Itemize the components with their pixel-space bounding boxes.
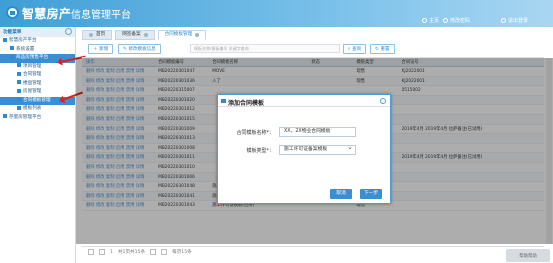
lock-icon <box>443 18 448 23</box>
dialog-header: 添加合同模板 <box>218 95 390 107</box>
change-password-link[interactable]: 修改密码 <box>443 17 470 24</box>
add-button[interactable]: ＋ 新增 <box>88 44 114 54</box>
logout-link[interactable]: 退出登录 <box>501 17 528 24</box>
add-template-dialog: 添加合同模板 合同模板名称*： XX，2X物业合同模板 模板类型*： 施工许可证… <box>217 94 391 204</box>
file-icon <box>17 80 21 84</box>
window-icon <box>221 98 226 103</box>
home-link[interactable]: 主页 <box>422 17 439 24</box>
sidebar-item-building[interactable]: 楼盘管理 <box>0 80 75 89</box>
top-header: 智慧房产 信息管理平台 主页 修改密码 退出登录 <box>0 0 553 27</box>
home-icon <box>89 33 93 37</box>
prev-page-icon[interactable] <box>99 249 105 255</box>
next-page-icon[interactable] <box>150 249 157 255</box>
folder-icon <box>3 37 7 42</box>
sidebar-item-platform[interactable]: 智慧房产平台 <box>0 37 75 46</box>
template-name-input[interactable]: XX，2X物业合同模板 <box>279 127 356 137</box>
home-icon <box>422 18 427 23</box>
app-title: 智慧房产 <box>22 7 72 21</box>
edit-template-button[interactable]: ✎ 修改模板信息 <box>118 44 161 54</box>
page-size[interactable]: 每页15条 <box>172 249 192 255</box>
folder-icon <box>10 46 14 50</box>
sidebar-item-template-list[interactable]: 模板列表 <box>0 105 75 114</box>
sidebar-item-stock[interactable]: 存量房管理平台 <box>0 114 75 123</box>
template-type-select[interactable]: 施工许可证备案模板 <box>279 143 356 155</box>
app-subtitle: 信息管理平台 <box>71 10 131 21</box>
sidebar: 功能菜单 智慧房产平台 系统设置 商品房预售平台 项目管理 合同管理 楼盘管理 … <box>0 27 76 263</box>
tab-home[interactable]: 首页 <box>82 30 113 40</box>
folder-icon <box>3 114 7 118</box>
template-type-label: 模板类型*： <box>246 148 274 154</box>
folder-icon <box>10 54 14 59</box>
page-count: 共1页共15条 <box>117 250 146 255</box>
file-icon <box>17 105 21 110</box>
template-name-label: 合同模板名称*： <box>236 130 274 136</box>
file-icon <box>17 97 21 101</box>
close-icon[interactable] <box>195 33 200 37</box>
file-icon <box>17 63 21 67</box>
dialog-title: 添加合同模板 <box>228 100 265 107</box>
page-number[interactable]: 1 <box>110 250 113 255</box>
first-page-icon[interactable] <box>88 249 94 255</box>
tab-online-signing[interactable]: 网签备案 <box>115 30 155 40</box>
power-icon <box>501 18 506 23</box>
file-icon <box>17 88 21 93</box>
search-input[interactable]: 模板名称/模板编号 关键字查询 <box>190 44 340 53</box>
sidebar-title: 功能菜单 <box>0 27 75 37</box>
sidebar-item-project[interactable]: 项目管理 <box>0 63 75 72</box>
reset-button[interactable]: ↻ 重置 <box>370 44 395 54</box>
logo-icon <box>6 6 19 19</box>
close-icon[interactable] <box>143 33 148 37</box>
cancel-button[interactable]: 取消 <box>330 189 352 199</box>
sidebar-item-house[interactable]: 房屋管理 <box>0 88 75 97</box>
pagination: 1 共1页共15条 每页15条 <box>82 246 544 257</box>
last-page-icon[interactable] <box>161 249 168 255</box>
close-icon[interactable] <box>380 98 386 104</box>
tab-bar: 首页 网签备案 合同模板管理 <box>82 30 207 40</box>
sidebar-item-contract[interactable]: 合同管理 <box>0 71 75 80</box>
query-button[interactable]: ⌕ 查询 <box>343 44 367 54</box>
tab-template-management[interactable]: 合同模板管理 <box>157 30 207 40</box>
help-widget[interactable]: 帮助帮助 <box>506 249 550 262</box>
next-step-button[interactable]: 下一步 <box>360 189 382 199</box>
file-icon <box>17 71 21 76</box>
sidebar-item-settings[interactable]: 系统设置 <box>0 46 75 55</box>
collapse-icon[interactable] <box>65 28 72 35</box>
